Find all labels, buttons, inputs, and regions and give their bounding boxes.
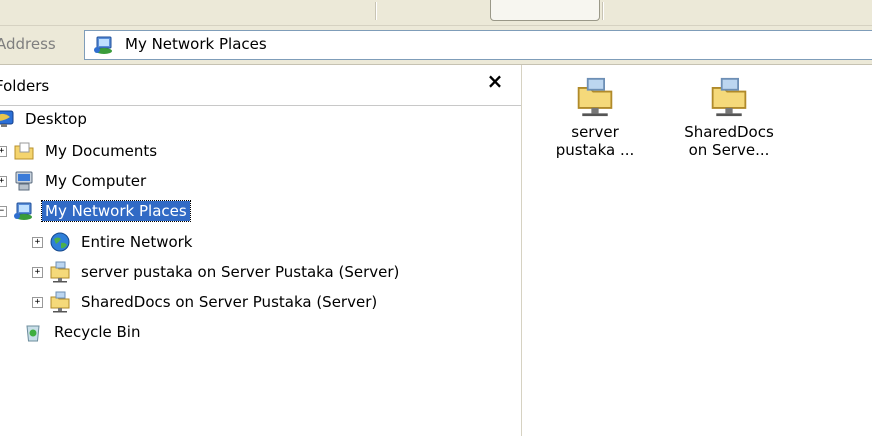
folder-documents-icon: [13, 140, 35, 162]
address-value: My Network Places: [125, 35, 267, 53]
tree-item-label: My Documents: [45, 142, 158, 160]
tree-item-server-pustaka[interactable]: + server pustaka on Server Pustaka (Serv…: [32, 258, 521, 286]
folders-header: Folders ×: [0, 65, 521, 106]
file-item-label-line2: on Serve...: [688, 141, 770, 159]
file-item-server-pustaka[interactable]: server pustaka ...: [540, 77, 650, 159]
tree-item-label: Desktop: [25, 110, 87, 128]
content-pane: server pustaka ... SharedDocs on Serve..…: [522, 65, 872, 436]
network-places-icon: [93, 34, 115, 56]
globe-icon: [49, 231, 71, 253]
toolbar-button[interactable]: [490, 0, 600, 21]
file-item-label-line2: pustaka ...: [555, 141, 635, 159]
address-input[interactable]: My Network Places: [84, 30, 872, 60]
tree-item-label: server pustaka on Server Pustaka (Server…: [81, 263, 400, 281]
file-item-label-line1: SharedDocs: [684, 123, 774, 141]
tree-item-label: Entire Network: [81, 233, 193, 251]
address-bar: Address My Network Places: [0, 26, 872, 65]
network-share-icon: [709, 77, 749, 117]
tree-item-entire-network[interactable]: + Entire Network: [32, 228, 196, 256]
recycle-bin-icon: [22, 321, 44, 343]
toolbar: [0, 0, 872, 26]
expand-icon[interactable]: +: [32, 236, 43, 248]
toolbar-separator: [602, 2, 604, 20]
expand-icon[interactable]: +: [32, 296, 43, 308]
folders-pane: Folders × Desktop + My Documents + My Co…: [0, 65, 522, 436]
close-icon[interactable]: ×: [484, 70, 506, 92]
tree-item-label: My Network Places: [41, 200, 191, 222]
network-places-icon: [13, 200, 35, 222]
computer-icon: [13, 170, 35, 192]
folders-title: Folders: [0, 77, 50, 95]
address-label: Address: [0, 35, 56, 53]
tree-item-recycle-bin[interactable]: Recycle Bin: [22, 318, 143, 346]
tree-item-shareddocs[interactable]: + SharedDocs on Server Pustaka (Server): [32, 288, 380, 316]
tree-item-label: My Computer: [45, 172, 147, 190]
file-item-shareddocs[interactable]: SharedDocs on Serve...: [674, 77, 784, 159]
toolbar-separator: [375, 2, 377, 20]
desktop-icon: [0, 108, 15, 130]
tree-item-my-computer[interactable]: + My Computer: [0, 167, 149, 195]
network-share-icon: [49, 261, 71, 283]
tree-item-label: SharedDocs on Server Pustaka (Server): [81, 293, 378, 311]
file-item-label-line1: server: [571, 123, 619, 141]
tree-item-label: Recycle Bin: [54, 323, 141, 341]
collapse-icon[interactable]: −: [0, 205, 7, 217]
expand-icon[interactable]: +: [32, 266, 43, 278]
tree-item-my-network-places[interactable]: − My Network Places: [0, 197, 191, 225]
tree-item-desktop[interactable]: Desktop: [0, 105, 90, 133]
network-share-icon: [575, 77, 615, 117]
expand-icon[interactable]: +: [0, 175, 7, 187]
tree-item-my-documents[interactable]: + My Documents: [0, 137, 160, 165]
expand-icon[interactable]: +: [0, 145, 7, 157]
network-share-icon: [49, 291, 71, 313]
